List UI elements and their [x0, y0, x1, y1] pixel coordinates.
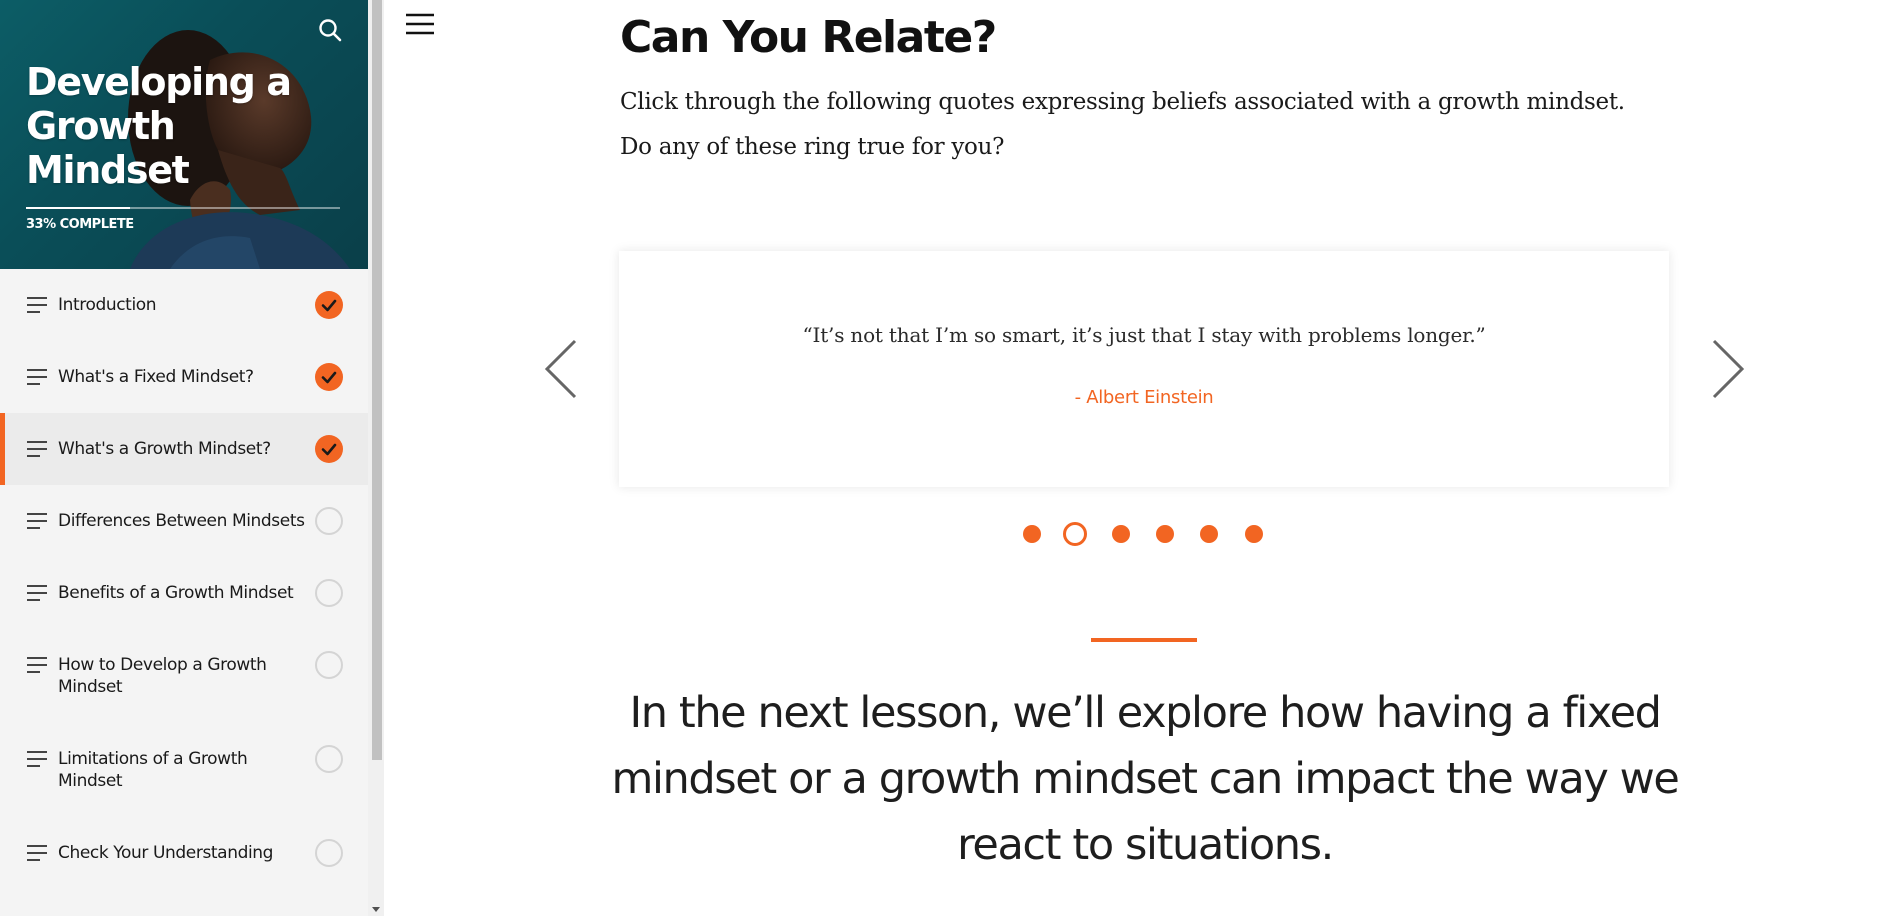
- lesson-item-check-understanding[interactable]: Check Your Understanding: [0, 817, 368, 889]
- empty-circle-icon: [315, 507, 343, 535]
- lesson-lines-icon: [27, 751, 47, 767]
- chevron-right-icon[interactable]: [1710, 338, 1746, 400]
- quote-text: “It’s not that I’m so smart, it’s just t…: [802, 323, 1486, 347]
- lesson-item-how-to-develop[interactable]: How to Develop a Growth Mindset: [0, 629, 368, 723]
- carousel-pagination: [1023, 521, 1273, 547]
- chevron-left-icon[interactable]: [543, 338, 579, 400]
- lesson-lines-icon: [27, 585, 47, 601]
- lesson-label: Limitations of a Growth Mindset: [58, 749, 248, 791]
- lesson-label: Differences Between Mindsets: [58, 511, 305, 531]
- hamburger-menu-icon[interactable]: [405, 12, 435, 36]
- lesson-lines-icon: [27, 513, 47, 529]
- carousel-dot[interactable]: [1156, 525, 1174, 543]
- course-header: Developing a Growth Mindset 33% COMPLETE: [0, 0, 368, 269]
- section-divider: [1091, 638, 1197, 642]
- course-sidebar: Developing a Growth Mindset 33% COMPLETE…: [0, 0, 368, 916]
- progress-bar-fill: [26, 207, 130, 209]
- closing-statement: In the next lesson, we’ll explore how ha…: [611, 688, 1680, 870]
- lesson-item-growth-mindset[interactable]: What's a Growth Mindset?: [0, 413, 368, 485]
- scrollbar-thumb[interactable]: [372, 0, 382, 760]
- lesson-item-benefits[interactable]: Benefits of a Growth Mindset: [0, 557, 368, 629]
- lesson-item-introduction[interactable]: Introduction: [0, 269, 368, 341]
- sidebar-scrollbar[interactable]: [368, 0, 384, 916]
- lesson-item-fixed-mindset[interactable]: What's a Fixed Mindset?: [0, 341, 368, 413]
- empty-circle-icon: [315, 651, 343, 679]
- lesson-item-limitations[interactable]: Limitations of a Growth Mindset: [0, 723, 368, 817]
- checkmark-icon: [315, 291, 343, 319]
- lesson-label: What's a Fixed Mindset?: [58, 367, 254, 387]
- carousel-dot[interactable]: [1200, 525, 1218, 543]
- lesson-lines-icon: [27, 297, 47, 313]
- lesson-item-differences[interactable]: Differences Between Mindsets: [0, 485, 368, 557]
- lesson-label: How to Develop a Growth Mindset: [58, 655, 267, 697]
- lesson-label: Benefits of a Growth Mindset: [58, 583, 294, 603]
- lesson-heading: Can You Relate?: [620, 12, 997, 63]
- carousel-dot[interactable]: [1063, 522, 1087, 546]
- carousel-dot[interactable]: [1112, 525, 1130, 543]
- empty-circle-icon: [315, 839, 343, 867]
- checkmark-icon: [315, 435, 343, 463]
- lesson-label: Introduction: [58, 295, 157, 315]
- scroll-down-arrow-icon[interactable]: [372, 907, 380, 912]
- carousel-dot[interactable]: [1023, 525, 1041, 543]
- lesson-lines-icon: [27, 657, 47, 673]
- carousel-dot[interactable]: [1245, 525, 1263, 543]
- progress-label: 33% COMPLETE: [26, 217, 134, 232]
- lesson-lines-icon: [27, 369, 47, 385]
- progress-bar: [26, 207, 340, 209]
- quote-author: - Albert Einstein: [1074, 387, 1214, 408]
- checkmark-icon: [315, 363, 343, 391]
- lesson-label: Check Your Understanding: [58, 843, 274, 863]
- lesson-lines-icon: [27, 441, 47, 457]
- search-icon[interactable]: [316, 16, 344, 44]
- lesson-intro: Click through the following quotes expre…: [620, 89, 1625, 160]
- empty-circle-icon: [315, 745, 343, 773]
- empty-circle-icon: [315, 579, 343, 607]
- lesson-lines-icon: [27, 845, 47, 861]
- quote-carousel-card: “It’s not that I’m so smart, it’s just t…: [619, 251, 1669, 487]
- lesson-label: What's a Growth Mindset?: [58, 439, 271, 459]
- course-title: Developing a Growth Mindset: [26, 60, 292, 192]
